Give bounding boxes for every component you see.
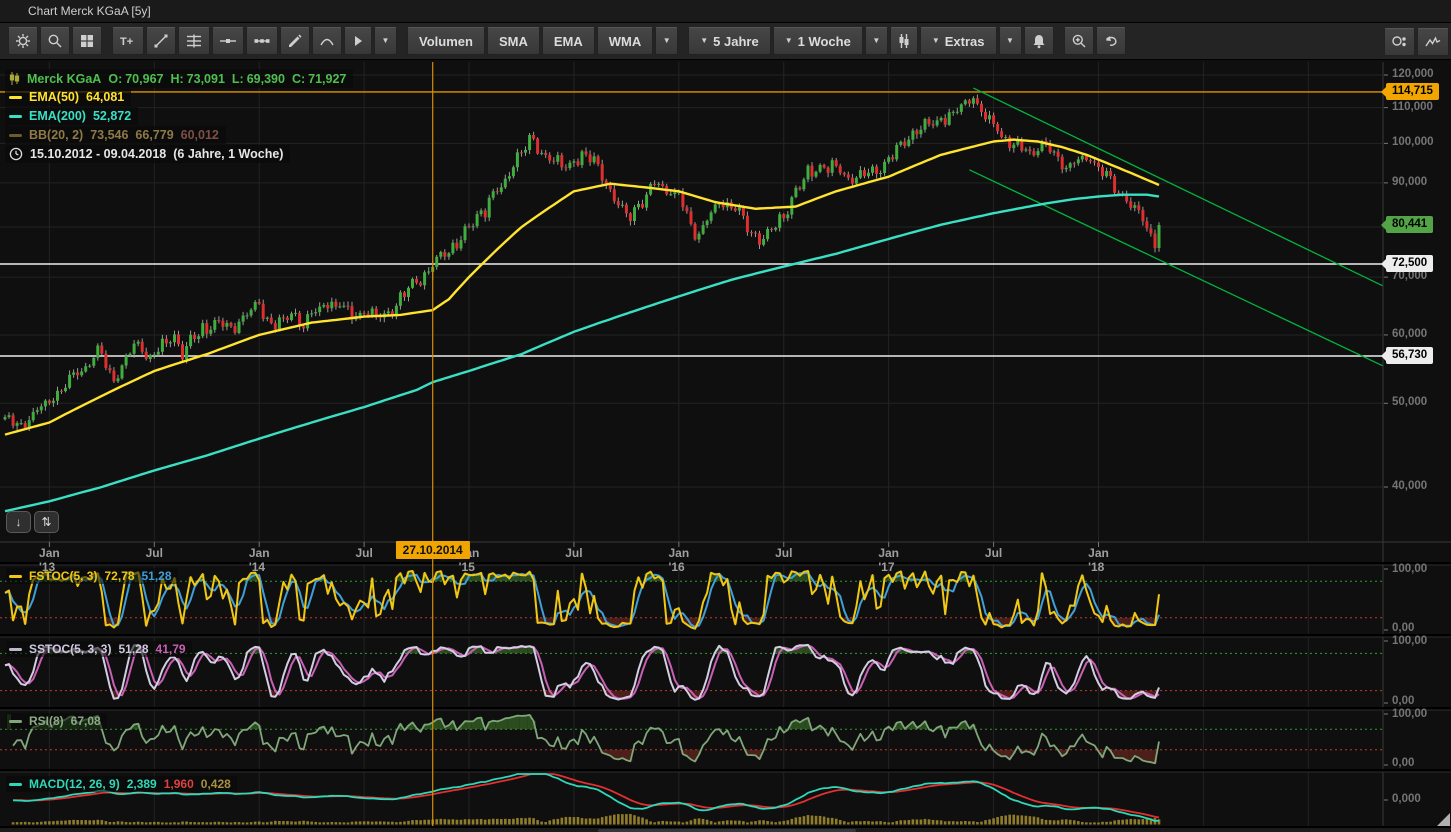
legend-ema50-row[interactable]: EMA(50) 64,081 bbox=[5, 88, 131, 106]
price-badge-high: 114,715 bbox=[1386, 83, 1439, 100]
date-range-detail: (6 Jahre, 1 Woche) bbox=[173, 147, 283, 161]
panel-resize-button[interactable]: ⇅ bbox=[34, 511, 59, 533]
series-candle-icon bbox=[9, 71, 20, 86]
resize-handle[interactable] bbox=[1437, 813, 1450, 826]
fstoc-legend[interactable]: FSTOC(5, 3) 72,78 51,28 bbox=[6, 568, 178, 584]
series-high-label: H: bbox=[170, 72, 183, 86]
price-badge-last: 80,441 bbox=[1386, 216, 1433, 233]
price-axis-label: 100,000 bbox=[1392, 136, 1434, 148]
date-marker-badge: 27.10.2014 bbox=[396, 541, 470, 559]
panels-expand-icon: ⇅ bbox=[41, 515, 51, 529]
ema200-value: 52,872 bbox=[93, 109, 131, 123]
rsi-color-dash-icon bbox=[9, 720, 22, 723]
ema50-label: EMA(50) bbox=[29, 90, 79, 104]
indicator-axis-label: 0,00 bbox=[1392, 622, 1414, 634]
ema200-color-dash-icon bbox=[9, 115, 22, 118]
date-range-text: 15.10.2012 - 09.04.2018 bbox=[30, 147, 166, 161]
series-high-value: 73,091 bbox=[187, 72, 225, 86]
rsi-value: 67,08 bbox=[71, 714, 101, 728]
clock-icon bbox=[9, 147, 23, 161]
bollinger-color-dash-icon bbox=[9, 134, 22, 137]
price-axis-label: 40,000 bbox=[1392, 480, 1427, 492]
pane-controls: ↓ ⇅ bbox=[6, 511, 59, 533]
indicator-axis-label: 100,00 bbox=[1392, 635, 1427, 647]
ema50-color-dash-icon bbox=[9, 96, 22, 99]
chart-canvas[interactable] bbox=[0, 0, 1451, 832]
macd-hist-value: 0,428 bbox=[201, 777, 231, 791]
bollinger-middle-value: 66,779 bbox=[135, 128, 173, 142]
macd-legend[interactable]: MACD(12, 26, 9) 2,389 1,960 0,428 bbox=[6, 776, 237, 792]
indicator-axis-label: 100,00 bbox=[1392, 708, 1427, 720]
legend-bollinger-row[interactable]: BB(20, 2) 73,546 66,779 60,012 bbox=[5, 126, 226, 144]
ema50-value: 64,081 bbox=[86, 90, 124, 104]
bottom-scrollbar-track[interactable] bbox=[0, 827, 1451, 832]
series-close-value: 71,927 bbox=[308, 72, 346, 86]
macd-value: 2,389 bbox=[127, 777, 157, 791]
scroll-down-button[interactable]: ↓ bbox=[6, 511, 31, 533]
legend-daterange-row: 15.10.2012 - 09.04.2018 (6 Jahre, 1 Woch… bbox=[5, 145, 290, 163]
legend-series-row[interactable]: Merck KGaA O:70,967 H: 73,091 L:69,390 C:… bbox=[5, 69, 353, 88]
ema200-label: EMA(200) bbox=[29, 109, 86, 123]
time-axis-label: Jul bbox=[146, 546, 163, 560]
fstoc-k-value: 72,78 bbox=[104, 569, 134, 583]
price-axis-label: 110,000 bbox=[1392, 101, 1433, 113]
macd-label: MACD(12, 26, 9) bbox=[29, 777, 120, 791]
time-axis-label: Jan '16 bbox=[669, 546, 690, 574]
series-open-value: 70,967 bbox=[125, 72, 163, 86]
time-axis-label: Jan '14 bbox=[249, 546, 270, 574]
sstoc-d-value: 41,79 bbox=[156, 642, 186, 656]
time-axis-label: Jul bbox=[775, 546, 792, 560]
price-badge-level-2: 56,730 bbox=[1386, 347, 1433, 364]
series-close-label: C: bbox=[292, 72, 305, 86]
time-axis-label: Jul bbox=[985, 546, 1002, 560]
legend-ema200-row[interactable]: EMA(200) 52,872 bbox=[5, 107, 138, 125]
macd-signal-value: 1,960 bbox=[164, 777, 194, 791]
price-axis-label: 60,000 bbox=[1392, 328, 1427, 340]
rsi-legend[interactable]: RSI(8) 67,08 bbox=[6, 713, 107, 729]
sstoc-legend[interactable]: SSTOC(5, 3, 3) 51,28 41,79 bbox=[6, 641, 192, 657]
bollinger-label: BB(20, 2) bbox=[29, 128, 83, 142]
fstoc-d-value: 51,28 bbox=[142, 569, 172, 583]
indicator-axis-label: 0,000 bbox=[1392, 793, 1421, 805]
indicator-axis-label: 0,00 bbox=[1392, 695, 1414, 707]
fstoc-color-dash-icon bbox=[9, 575, 22, 578]
macd-color-dash-icon bbox=[9, 783, 22, 786]
series-open-label: O: bbox=[108, 72, 122, 86]
series-low-label: L: bbox=[232, 72, 244, 86]
bollinger-upper-value: 73,546 bbox=[90, 128, 128, 142]
price-axis-label: 120,000 bbox=[1392, 68, 1434, 80]
indicator-axis-label: 0,00 bbox=[1392, 757, 1414, 769]
time-axis-label: Jul bbox=[565, 546, 582, 560]
bollinger-lower-value: 60,012 bbox=[181, 128, 219, 142]
indicator-axis-label: 100,00 bbox=[1392, 563, 1427, 575]
sstoc-label: SSTOC(5, 3, 3) bbox=[29, 642, 111, 656]
sstoc-k-value: 51,28 bbox=[118, 642, 148, 656]
chart-application-window: Chart Merck KGaA [5y] T+ ▼ Volumen SMA E… bbox=[0, 0, 1451, 832]
price-axis-label: 50,000 bbox=[1392, 396, 1427, 408]
series-low-value: 69,390 bbox=[247, 72, 285, 86]
price-axis-label: 90,000 bbox=[1392, 176, 1427, 188]
price-badge-level-1: 72,500 bbox=[1386, 255, 1433, 272]
time-axis-label: Jan '13 bbox=[39, 546, 60, 574]
arrow-down-icon: ↓ bbox=[16, 515, 22, 529]
time-axis-label: Jan '17 bbox=[878, 546, 899, 574]
sstoc-color-dash-icon bbox=[9, 648, 22, 651]
series-name: Merck KGaA bbox=[27, 72, 101, 86]
time-axis-label: Jan '18 bbox=[1088, 546, 1109, 574]
time-axis-label: Jul bbox=[355, 546, 372, 560]
rsi-label: RSI(8) bbox=[29, 714, 64, 728]
